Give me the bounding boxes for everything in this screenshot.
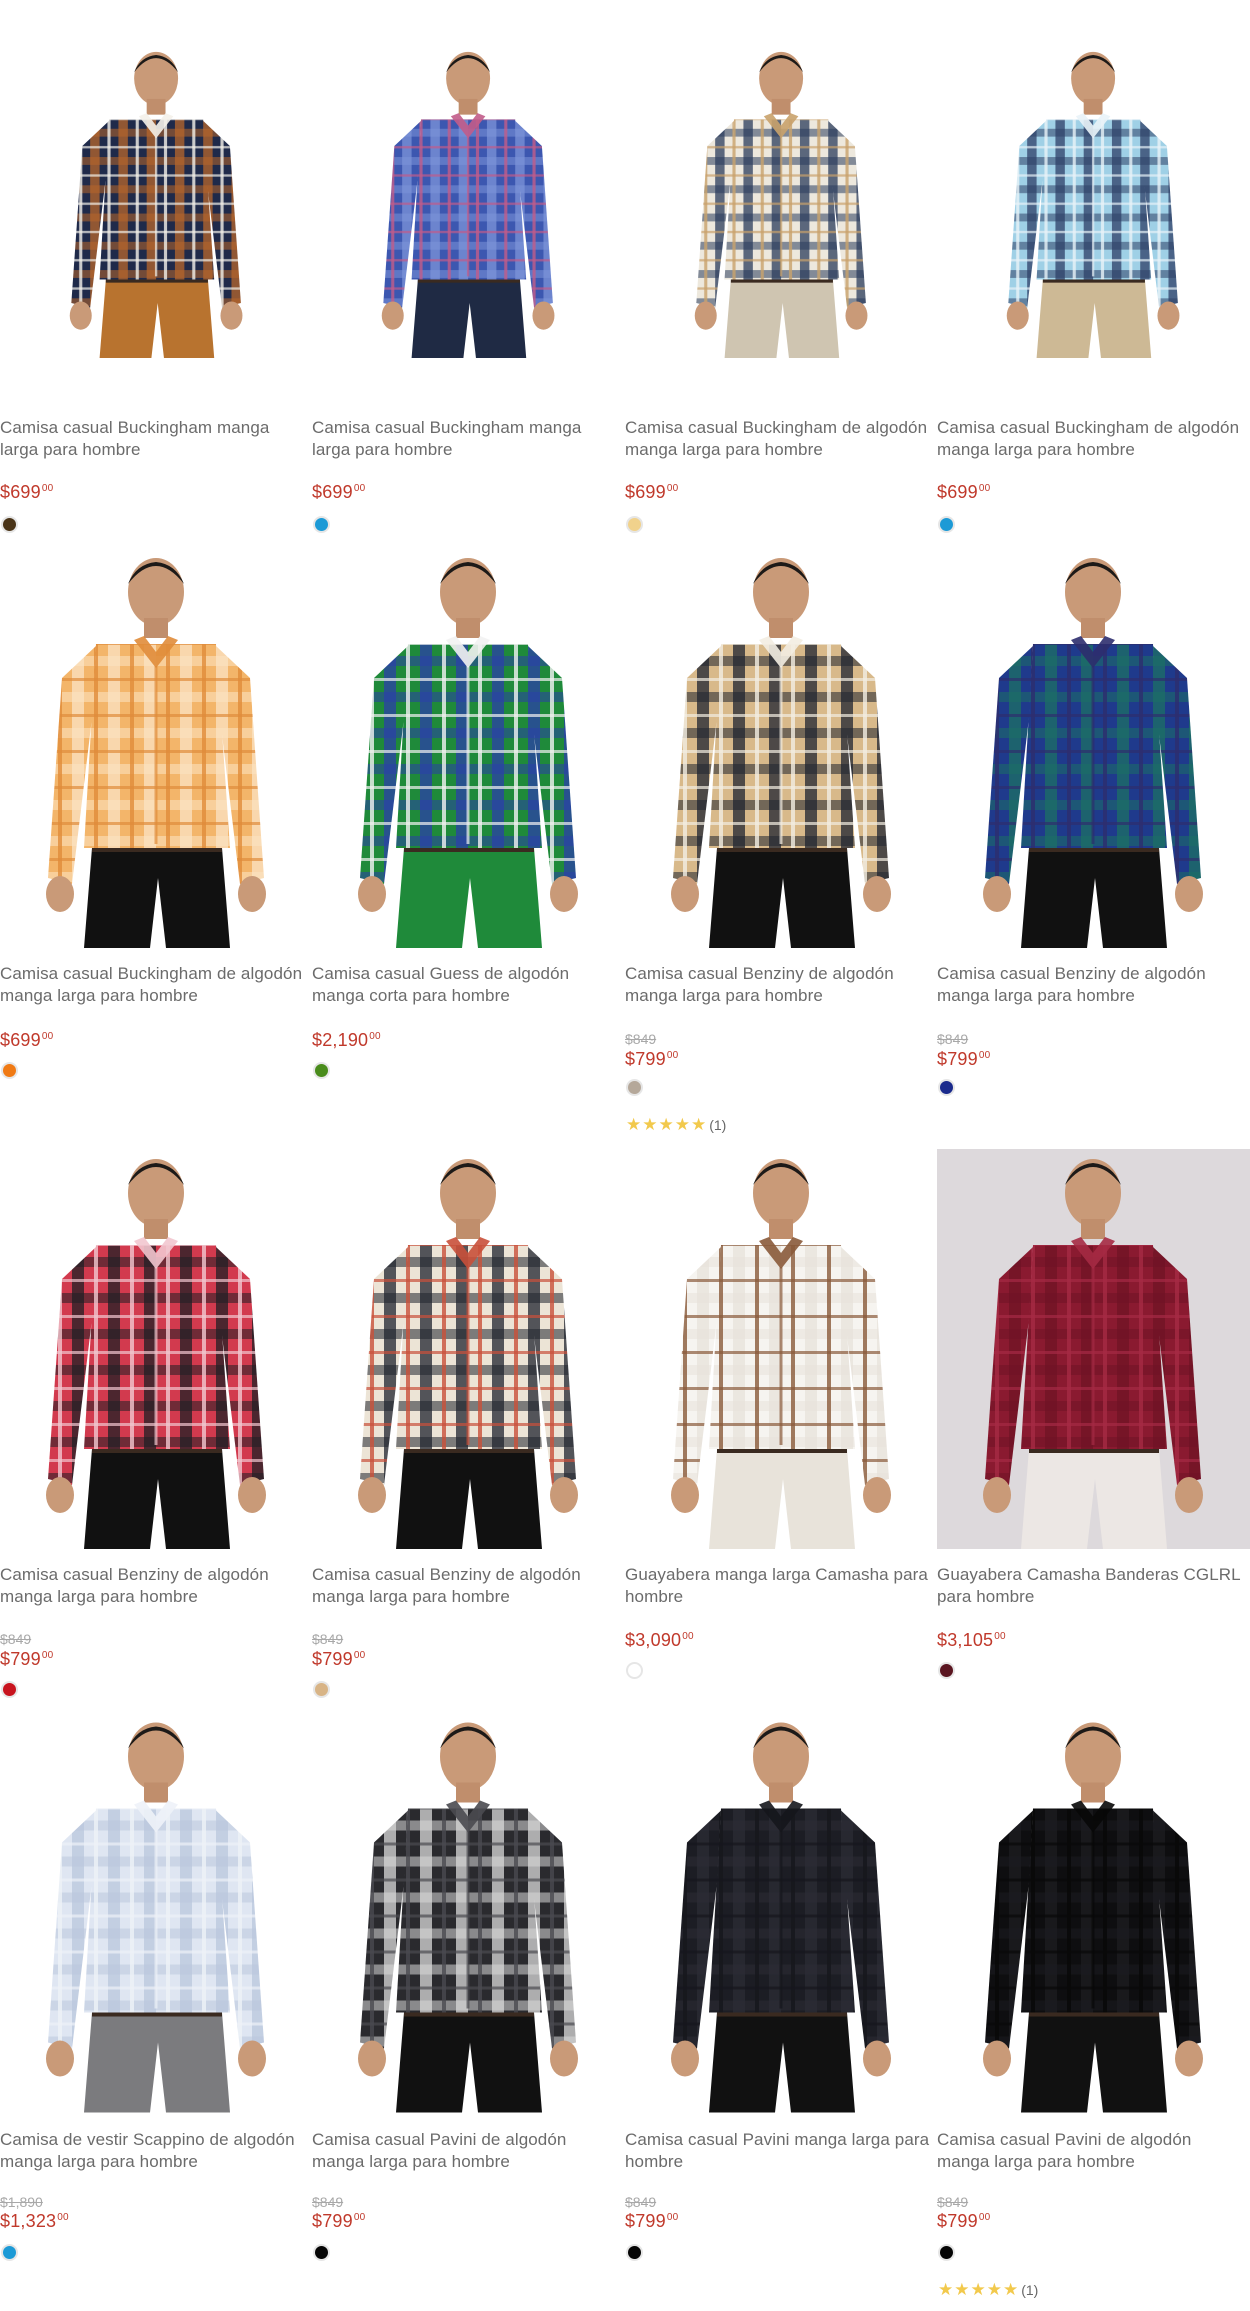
- product-image[interactable]: [0, 1710, 313, 2115]
- product-card[interactable]: Camisa casual Pavini de algodón manga la…: [312, 0, 625, 2311]
- price-amount: $799: [625, 2211, 666, 2231]
- product-price: $1,32300: [0, 2211, 69, 2232]
- original-price: $849: [625, 2194, 657, 2210]
- product-title[interactable]: Camisa casual Pavini de algodón manga la…: [937, 2129, 1242, 2173]
- product-image[interactable]: [312, 1710, 625, 2115]
- product-price: $79900: [625, 2211, 678, 2232]
- product-card[interactable]: Camisa casual Pavini de algodón manga la…: [937, 0, 1250, 2311]
- product-image[interactable]: [625, 1710, 938, 2115]
- price-cents: 00: [57, 2212, 69, 2223]
- original-price: $849: [937, 2194, 969, 2210]
- price-cents: 00: [978, 2212, 991, 2223]
- product-card[interactable]: Camisa casual Pavini manga larga para ho…: [625, 0, 938, 2311]
- product-card[interactable]: Camisa de vestir Scappino de algodón man…: [0, 0, 313, 2311]
- rating-stars: ★★★★★ (1): [938, 2280, 1038, 2300]
- product-title[interactable]: Camisa de vestir Scappino de algodón man…: [0, 2129, 305, 2173]
- product-price: $79900: [937, 2211, 990, 2232]
- price-amount: $1,323: [0, 2211, 57, 2231]
- price-cents: 00: [353, 2212, 366, 2223]
- product-title[interactable]: Camisa casual Pavini manga larga para ho…: [625, 2129, 930, 2173]
- color-swatch[interactable]: [626, 2244, 643, 2261]
- color-swatch[interactable]: [938, 2244, 955, 2261]
- price-amount: $799: [312, 2211, 353, 2231]
- price-cents: 00: [666, 2212, 679, 2223]
- review-count: (1): [1021, 2282, 1039, 2298]
- product-title[interactable]: Camisa casual Pavini de algodón manga la…: [312, 2129, 617, 2173]
- original-price: $849: [312, 2194, 344, 2210]
- price-amount: $799: [937, 2211, 978, 2231]
- color-swatch[interactable]: [313, 2244, 330, 2261]
- color-swatch[interactable]: [1, 2244, 18, 2261]
- product-price: $79900: [312, 2211, 365, 2232]
- star-icons: ★★★★★: [938, 2280, 1020, 2299]
- original-price: $1,890: [0, 2194, 43, 2210]
- product-image[interactable]: [937, 1710, 1250, 2115]
